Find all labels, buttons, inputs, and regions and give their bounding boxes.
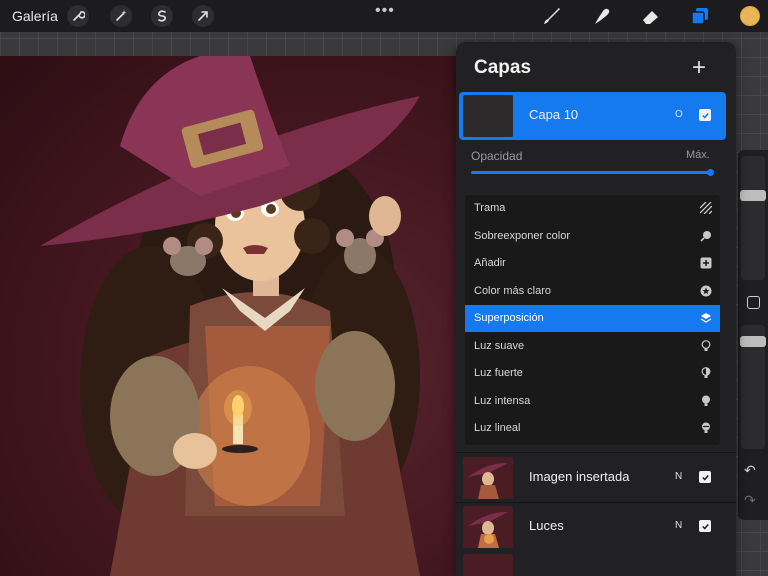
- blend-label: Color más claro: [474, 284, 552, 297]
- transform-arrow-icon[interactable]: [192, 5, 214, 27]
- undo-icon[interactable]: ↶: [744, 462, 756, 479]
- blend-item-luz-intensa[interactable]: Luz intensa: [465, 388, 720, 415]
- blend-label: Luz fuerte: [474, 367, 523, 379]
- opacity-slider[interactable]: [471, 171, 711, 174]
- layer-name: Imagen insertada: [529, 469, 630, 484]
- blend-item-sobreexponer[interactable]: Sobreexponer color: [465, 223, 720, 250]
- drawing-canvas[interactable]: [0, 56, 530, 576]
- hatch-icon: [700, 202, 712, 214]
- blend-item-luz-lineal[interactable]: Luz lineal: [465, 415, 720, 442]
- layer-row-active[interactable]: Capa 10 O: [459, 92, 726, 140]
- divider: [456, 452, 736, 453]
- blend-label: Añadir: [474, 257, 506, 269]
- modify-button[interactable]: [747, 296, 760, 309]
- blend-mode-list: Trama Sobreexponer color Añadir Color má…: [465, 195, 720, 445]
- layer-thumbnail-partial: [463, 554, 513, 576]
- panel-title: Capas: [474, 57, 532, 78]
- magic-wand-icon[interactable]: [110, 5, 132, 27]
- add-layer-button[interactable]: +: [692, 54, 706, 82]
- blend-label: Luz suave: [474, 339, 525, 352]
- layers-panel: Capas + Capa 10 O Opacidad Máx. Trama So…: [456, 42, 736, 576]
- top-toolbar: Galería •••: [0, 0, 768, 32]
- blend-label: Luz intensa: [474, 394, 531, 407]
- bulb-outline-icon: [701, 339, 711, 351]
- layer-thumbnail: [463, 95, 513, 137]
- witch-illustration: [40, 56, 420, 576]
- redo-icon[interactable]: ↷: [744, 492, 756, 509]
- blend-mode-button[interactable]: O: [675, 109, 683, 120]
- brush-size-slider[interactable]: [741, 156, 765, 280]
- brush-size-thumb[interactable]: [740, 190, 766, 201]
- blend-item-superposicion[interactable]: Superposición: [465, 305, 720, 332]
- more-options-icon[interactable]: •••: [375, 2, 395, 20]
- gallery-button[interactable]: Galería: [12, 8, 58, 24]
- selection-icon[interactable]: [151, 5, 173, 27]
- blend-mode-button[interactable]: N: [675, 520, 682, 531]
- blend-label: Superposición: [474, 312, 544, 324]
- add-square-icon: [700, 257, 712, 269]
- blend-item-color-mas-claro[interactable]: Color más claro: [465, 278, 720, 305]
- visibility-checkbox[interactable]: [699, 520, 711, 532]
- opacity-max-label: Máx.: [686, 149, 710, 161]
- layers-icon[interactable]: [688, 4, 712, 28]
- brush-icon[interactable]: [540, 4, 564, 28]
- layer-name: Capa 10: [529, 107, 579, 122]
- blend-item-anadir[interactable]: Añadir: [465, 250, 720, 277]
- blend-label: Trama: [474, 202, 506, 214]
- blend-label: Luz lineal: [474, 422, 521, 434]
- layer-row-luces[interactable]: Luces N: [459, 503, 726, 551]
- layers-overlay-icon: [700, 313, 712, 323]
- layer-name: Luces: [529, 518, 564, 533]
- layer-thumbnail: [463, 457, 513, 499]
- color-picker-swatch[interactable]: [740, 6, 760, 26]
- smudge-icon[interactable]: [590, 4, 614, 28]
- eraser-icon[interactable]: [639, 4, 663, 28]
- opacity-slider-knob[interactable]: [707, 169, 714, 176]
- layer-row-imagen-insertada[interactable]: Imagen insertada N: [459, 454, 726, 502]
- procreate-screen: Galería ••• ↶ ↷ Capas + Capa 10 O Opacid…: [0, 0, 768, 576]
- wrench-icon[interactable]: [67, 5, 89, 27]
- dodge-icon: [700, 230, 711, 242]
- brush-sidebar: ↶ ↷: [738, 150, 768, 520]
- blend-item-luz-fuerte[interactable]: Luz fuerte: [465, 360, 720, 387]
- bulb-line-icon: [702, 422, 710, 433]
- visibility-checkbox[interactable]: [699, 471, 711, 483]
- blend-label: Sobreexponer color: [474, 229, 571, 242]
- brush-opacity-thumb[interactable]: [740, 336, 766, 347]
- blend-mode-button[interactable]: N: [675, 471, 682, 482]
- bulb-filled-icon: [702, 395, 710, 406]
- bulb-half-icon: [701, 367, 711, 378]
- layer-thumbnail: [463, 506, 513, 548]
- opacity-label: Opacidad: [471, 149, 523, 163]
- blend-item-luz-suave[interactable]: Luz suave: [465, 333, 720, 360]
- visibility-checkbox[interactable]: [699, 109, 711, 121]
- blend-item-trama[interactable]: Trama: [465, 195, 720, 222]
- lighter-color-icon: [700, 285, 712, 296]
